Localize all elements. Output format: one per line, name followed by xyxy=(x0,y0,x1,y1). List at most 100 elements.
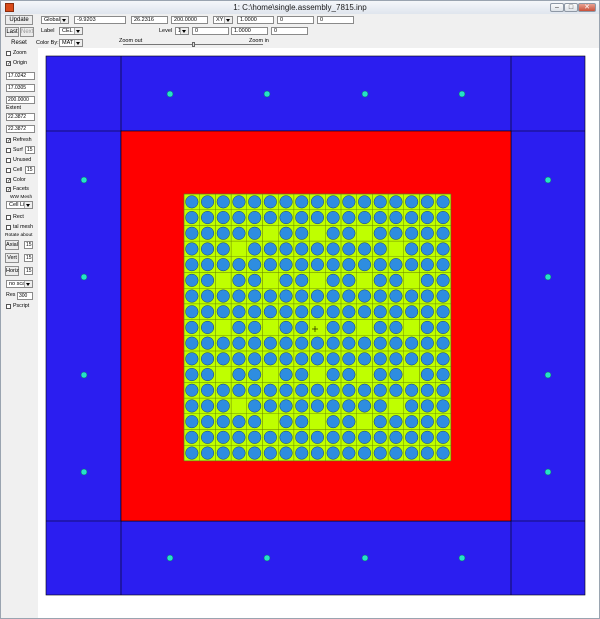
fuel-pin xyxy=(248,352,262,366)
fuel-pin xyxy=(232,446,246,460)
fuel-pin xyxy=(436,289,450,303)
axial-button[interactable]: Axial xyxy=(5,240,19,250)
fuel-pin xyxy=(358,195,372,209)
extent-y-field[interactable]: 22.3872 xyxy=(6,125,35,133)
cell-size-field[interactable]: 15 xyxy=(25,166,35,174)
refresh-checkbox[interactable]: ✓ xyxy=(6,138,11,144)
fuel-pin xyxy=(263,352,277,366)
axial-field[interactable]: 15 xyxy=(24,241,33,249)
fuel-pin xyxy=(263,289,277,303)
sidebar: Zoom ✓ Origin 17.0242 17.0305 200.0000 E… xyxy=(1,48,38,618)
next-button[interactable]: Next xyxy=(20,27,34,37)
fuel-pin xyxy=(420,195,434,209)
last-button[interactable]: Last xyxy=(5,27,19,37)
update-button[interactable]: Update xyxy=(5,15,33,25)
fuel-pin xyxy=(295,289,309,303)
fuel-pin xyxy=(436,368,450,382)
geometry-plot[interactable] xyxy=(38,48,599,618)
marker-dot xyxy=(544,273,552,281)
close-button[interactable]: ✕ xyxy=(578,3,596,12)
window-title: 1: C:\home\single.assembly_7815.inp xyxy=(233,3,367,12)
rect-checkbox[interactable] xyxy=(6,215,11,220)
fuel-pin xyxy=(420,289,434,303)
colorby-select[interactable]: MAT xyxy=(59,39,83,47)
fuel-pin xyxy=(420,383,434,397)
surf-size-field[interactable]: 15 xyxy=(25,146,35,154)
minimize-button[interactable]: – xyxy=(550,3,564,12)
level-v-field[interactable]: 1.0000 xyxy=(231,27,268,35)
fuel-pin xyxy=(373,226,387,240)
vert-field[interactable]: 15 xyxy=(24,254,33,262)
fuel-pin xyxy=(342,289,356,303)
coord-mode-select[interactable]: Global xyxy=(41,16,69,24)
fuel-pin xyxy=(342,242,356,256)
level-caption: Level xyxy=(159,28,173,34)
fuel-pin xyxy=(248,446,262,460)
fuel-pin xyxy=(310,242,324,256)
fuel-pin xyxy=(295,195,309,209)
fuel-pin xyxy=(232,273,246,287)
maximize-button[interactable]: □ xyxy=(564,3,578,12)
facets-checkbox[interactable]: ✓ xyxy=(6,187,11,193)
fuel-pin xyxy=(436,226,450,240)
fuel-pin xyxy=(279,242,293,256)
coord-x-field[interactable]: -9.9203 xyxy=(74,16,126,24)
fuel-pin xyxy=(420,242,434,256)
fuel-pin xyxy=(358,383,372,397)
plane-v-field[interactable]: 0 xyxy=(277,16,314,24)
fuel-pin xyxy=(373,305,387,319)
fuel-pin xyxy=(358,289,372,303)
fuel-pin xyxy=(436,383,450,397)
zoom-checkbox[interactable] xyxy=(6,51,11,56)
origin-z-field[interactable]: 200.0000 xyxy=(6,96,35,104)
horiz-field[interactable]: 15 xyxy=(24,267,33,275)
res-label: Res xyxy=(6,292,16,298)
origin-x-field[interactable]: 17.0242 xyxy=(6,72,35,80)
unused-checkbox[interactable] xyxy=(6,158,11,163)
fuel-pin xyxy=(279,352,293,366)
fuel-pin xyxy=(295,242,309,256)
fuel-pin xyxy=(185,273,199,287)
fuel-pin xyxy=(342,368,356,382)
fuel-pin xyxy=(436,195,450,209)
plane-u-field[interactable]: 1.0000 xyxy=(237,16,274,24)
chevron-down-icon xyxy=(180,28,188,34)
coord-z-field[interactable]: 200.0000 xyxy=(171,16,208,24)
plane-w-field[interactable]: 0 xyxy=(317,16,354,24)
vert-button[interactable]: Vert xyxy=(5,253,19,263)
label-select[interactable]: CEL xyxy=(59,27,83,35)
fuel-pin xyxy=(216,226,230,240)
color-checkbox[interactable]: ✓ xyxy=(6,178,11,184)
tal-mesh-checkbox[interactable] xyxy=(6,225,11,230)
fuel-pin xyxy=(373,258,387,272)
pscript-checkbox[interactable] xyxy=(6,304,11,309)
fuel-pin xyxy=(405,352,419,366)
level-w-field[interactable]: 0 xyxy=(271,27,308,35)
res-field[interactable]: 300 xyxy=(17,292,33,300)
extent-x-field[interactable]: 22.3872 xyxy=(6,113,35,121)
cell-lines-select[interactable]: Cell Line xyxy=(6,201,33,209)
fuel-pin xyxy=(201,211,215,225)
surf-checkbox[interactable] xyxy=(6,148,11,153)
fuel-pin xyxy=(358,211,372,225)
origin-y-field[interactable]: 17.0305 xyxy=(6,84,35,92)
plane-select[interactable]: XY xyxy=(213,16,233,24)
fuel-pin xyxy=(185,383,199,397)
fuel-pin xyxy=(326,305,340,319)
horiz-button[interactable]: Horiz xyxy=(5,266,19,276)
level-u-field[interactable]: 0 xyxy=(192,27,229,35)
plot-canvas[interactable] xyxy=(38,48,599,618)
rect-label: Rect xyxy=(13,214,24,220)
fuel-pin xyxy=(201,415,215,429)
fuel-pin xyxy=(420,336,434,350)
fuel-pin xyxy=(405,258,419,272)
fuel-pin xyxy=(295,383,309,397)
coord-y-field[interactable]: 26.2316 xyxy=(131,16,168,24)
cell-checkbox[interactable] xyxy=(6,168,11,173)
scale-select[interactable]: no scale xyxy=(6,280,33,288)
zoom-slider-thumb[interactable] xyxy=(192,42,195,47)
fuel-pin xyxy=(420,430,434,444)
fuel-pin xyxy=(295,320,309,334)
origin-checkbox[interactable]: ✓ xyxy=(6,61,11,67)
level-select[interactable]: 10 xyxy=(175,27,189,35)
